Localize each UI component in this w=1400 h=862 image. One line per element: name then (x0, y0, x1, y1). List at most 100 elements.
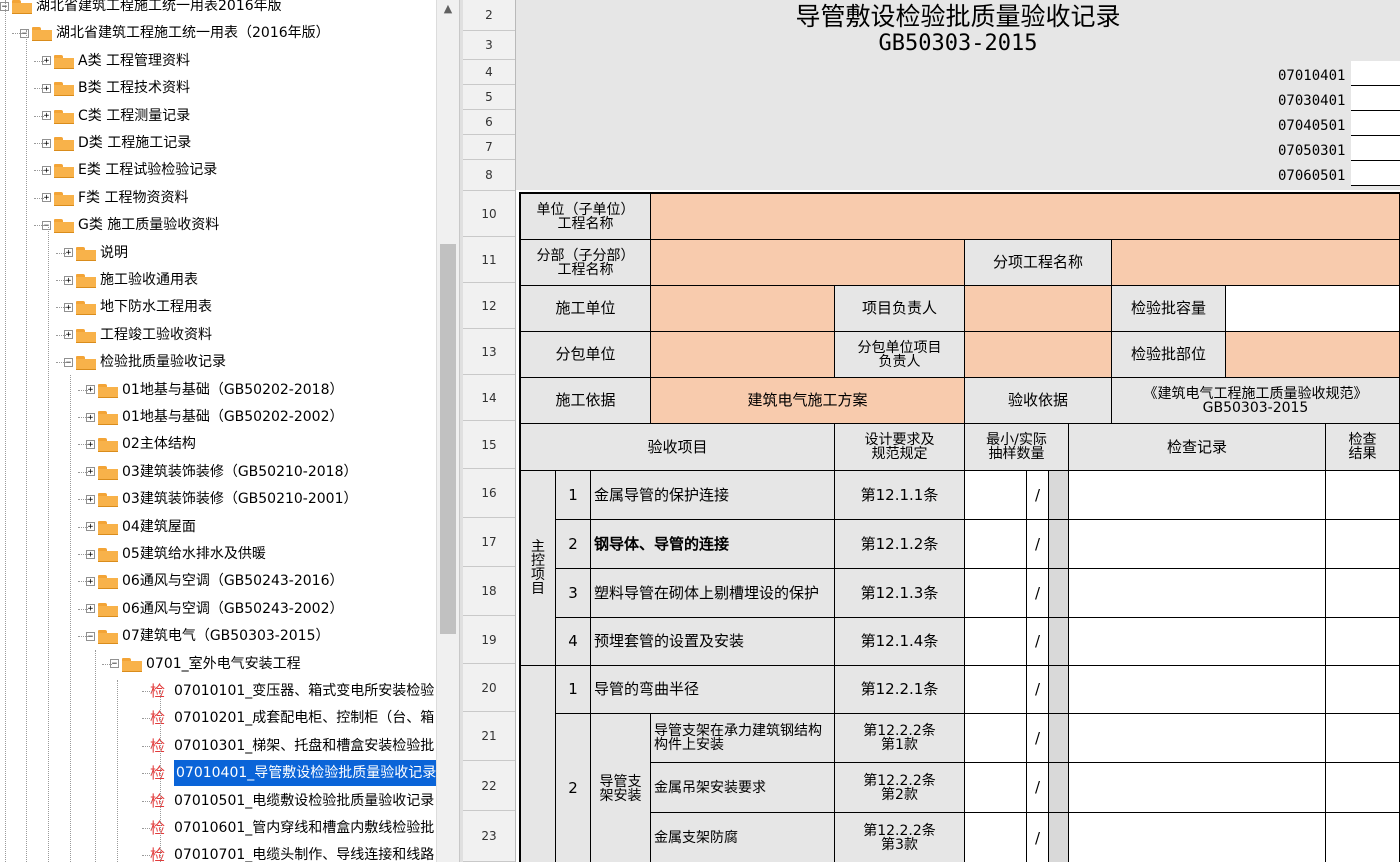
row-number[interactable]: 13 (463, 329, 515, 375)
row-number[interactable]: 11 (463, 237, 515, 283)
tree-item[interactable]: + F类 工程物资资料 (42, 185, 189, 211)
tree-item[interactable]: +02主体结构 (86, 431, 196, 457)
code-input-cell[interactable] (1351, 161, 1400, 186)
row-number[interactable]: 4 (463, 60, 515, 85)
tree-item[interactable]: + C类 工程测量记录 (42, 103, 190, 129)
tree-item[interactable]: +03建筑装饰装修（GB50210-2001） (86, 486, 357, 512)
sample-actual-cell[interactable] (1049, 618, 1069, 666)
row-number[interactable]: 21 (463, 712, 515, 761)
sample-actual-cell[interactable] (1049, 520, 1069, 569)
tree-item[interactable]: + 施工验收通用表 (64, 267, 198, 293)
check-result-cell[interactable] (1326, 763, 1400, 813)
sub-manager-value[interactable] (965, 332, 1112, 378)
tree-item[interactable]: − G类 施工质量验收资料 (42, 212, 219, 238)
sample-min-cell[interactable] (965, 666, 1027, 714)
tree-item[interactable]: 检 07010201_成套配电柜、控制柜（台、箱 (150, 705, 434, 731)
row-number[interactable]: 10 (463, 191, 515, 237)
row-number[interactable]: 5 (463, 85, 515, 110)
sample-min-cell[interactable] (965, 763, 1027, 813)
tree-item[interactable]: −07建筑电气（GB50303-2015） (86, 623, 329, 649)
check-record-cell[interactable] (1069, 520, 1326, 569)
tree-scrollbar[interactable]: ▲ (436, 0, 459, 862)
scroll-up-arrow-icon[interactable]: ▲ (437, 0, 459, 18)
sample-actual-cell[interactable] (1049, 714, 1069, 763)
row-number[interactable]: 14 (463, 375, 515, 421)
code-input-cell[interactable] (1351, 111, 1400, 136)
row-number[interactable]: 7 (463, 135, 515, 160)
tree-item[interactable]: − 检验批质量验收记录 (64, 349, 226, 375)
row-number[interactable]: 20 (463, 664, 515, 712)
tree-item[interactable]: +03建筑装饰装修（GB50210-2018） (86, 459, 357, 485)
check-result-cell[interactable] (1326, 666, 1400, 714)
tree-item[interactable]: + 地下防水工程用表 (64, 294, 212, 320)
tree-item[interactable]: + 工程竣工验收资料 (64, 322, 212, 348)
tree-item[interactable]: − 湖北省建筑工程施工统一用表（2016年版） (20, 20, 330, 46)
sample-actual-cell[interactable] (1049, 813, 1069, 862)
item-project-value[interactable] (1112, 240, 1400, 286)
tree-item[interactable]: + A类 工程管理资料 (42, 48, 190, 74)
tree-item[interactable]: + D类 工程施工记录 (42, 130, 191, 156)
sample-min-cell[interactable] (965, 618, 1027, 666)
row-number[interactable]: 12 (463, 283, 515, 329)
tree-item[interactable]: +04建筑屋面 (86, 514, 196, 540)
sample-min-cell[interactable] (965, 569, 1027, 618)
sample-actual-cell[interactable] (1049, 666, 1069, 714)
tree-item[interactable]: 检 07010601_管内穿线和槽盒内敷线检验批 (150, 815, 434, 841)
check-result-cell[interactable] (1326, 714, 1400, 763)
tree-item[interactable]: −0701_室外电气安装工程 (110, 651, 301, 677)
code-input-cell[interactable] (1351, 86, 1400, 111)
sample-min-cell[interactable] (965, 714, 1027, 763)
tree-item[interactable]: +01地基与基础（GB50202-2018） (86, 377, 343, 403)
constructor-value[interactable] (651, 286, 835, 332)
sample-actual-cell[interactable] (1049, 569, 1069, 618)
code-input-cell[interactable] (1351, 136, 1400, 161)
check-record-cell[interactable] (1069, 714, 1326, 763)
row-number[interactable]: 22 (463, 761, 515, 811)
tree-item[interactable]: 检 07010501_电缆敷设检验批质量验收记录 (150, 788, 434, 814)
row-number[interactable]: 23 (463, 811, 515, 862)
check-record-cell[interactable] (1069, 618, 1326, 666)
batch-location-value[interactable] (1226, 332, 1400, 378)
check-record-cell[interactable] (1069, 471, 1326, 520)
subcontractor-value[interactable] (651, 332, 835, 378)
tree-item[interactable]: +05建筑给水排水及供暖 (86, 541, 266, 567)
basis-value[interactable]: 建筑电气施工方案 (651, 378, 965, 424)
check-result-cell[interactable] (1326, 520, 1400, 569)
check-record-cell[interactable] (1069, 569, 1326, 618)
tree-item[interactable]: 检 07010401_导管敷设检验批质量验收记录 (150, 760, 436, 787)
tree-item[interactable]: + E类 工程试验检验记录 (42, 157, 217, 183)
check-record-cell[interactable] (1069, 763, 1326, 813)
sub-project-value[interactable] (651, 240, 965, 286)
sample-actual-cell[interactable] (1049, 471, 1069, 520)
tree-item[interactable]: +01地基与基础（GB50202-2002） (86, 404, 343, 430)
row-number[interactable]: 16 (463, 469, 515, 518)
sample-min-cell[interactable] (965, 471, 1027, 520)
tree-item[interactable]: − 湖北省建筑工程施工统一用表2016年版 (0, 0, 282, 19)
row-number[interactable]: 2 (463, 0, 515, 31)
batch-capacity-value[interactable] (1226, 286, 1400, 332)
check-record-cell[interactable] (1069, 813, 1326, 862)
unit-project-value[interactable] (651, 194, 1400, 240)
sample-actual-cell[interactable] (1049, 763, 1069, 813)
check-result-cell[interactable] (1326, 569, 1400, 618)
tree-item[interactable]: + 说明 (64, 240, 128, 266)
tree-item[interactable]: 检 07010101_变压器、箱式变电所安装检验 (150, 678, 434, 704)
row-number[interactable]: 3 (463, 31, 515, 60)
scrollbar-thumb[interactable] (440, 244, 456, 634)
check-result-cell[interactable] (1326, 471, 1400, 520)
tree-item[interactable]: 检 07010301_梯架、托盘和槽盒安装检验批 (150, 733, 434, 759)
sample-min-cell[interactable] (965, 813, 1027, 862)
row-number[interactable]: 17 (463, 518, 515, 567)
row-number[interactable]: 8 (463, 160, 515, 191)
row-number[interactable]: 19 (463, 616, 515, 664)
check-record-cell[interactable] (1069, 666, 1326, 714)
tree-item[interactable]: 检 07010701_电缆头制作、导线连接和线路 (150, 842, 434, 862)
tree-item[interactable]: +06通风与空调（GB50243-2016） (86, 568, 343, 594)
sample-min-cell[interactable] (965, 520, 1027, 569)
project-manager-value[interactable] (965, 286, 1112, 332)
tree-item[interactable]: + B类 工程技术资料 (42, 75, 190, 101)
check-result-cell[interactable] (1326, 618, 1400, 666)
row-number[interactable]: 15 (463, 421, 515, 469)
row-number[interactable]: 18 (463, 567, 515, 616)
tree-item[interactable]: +06通风与空调（GB50243-2002） (86, 596, 343, 622)
